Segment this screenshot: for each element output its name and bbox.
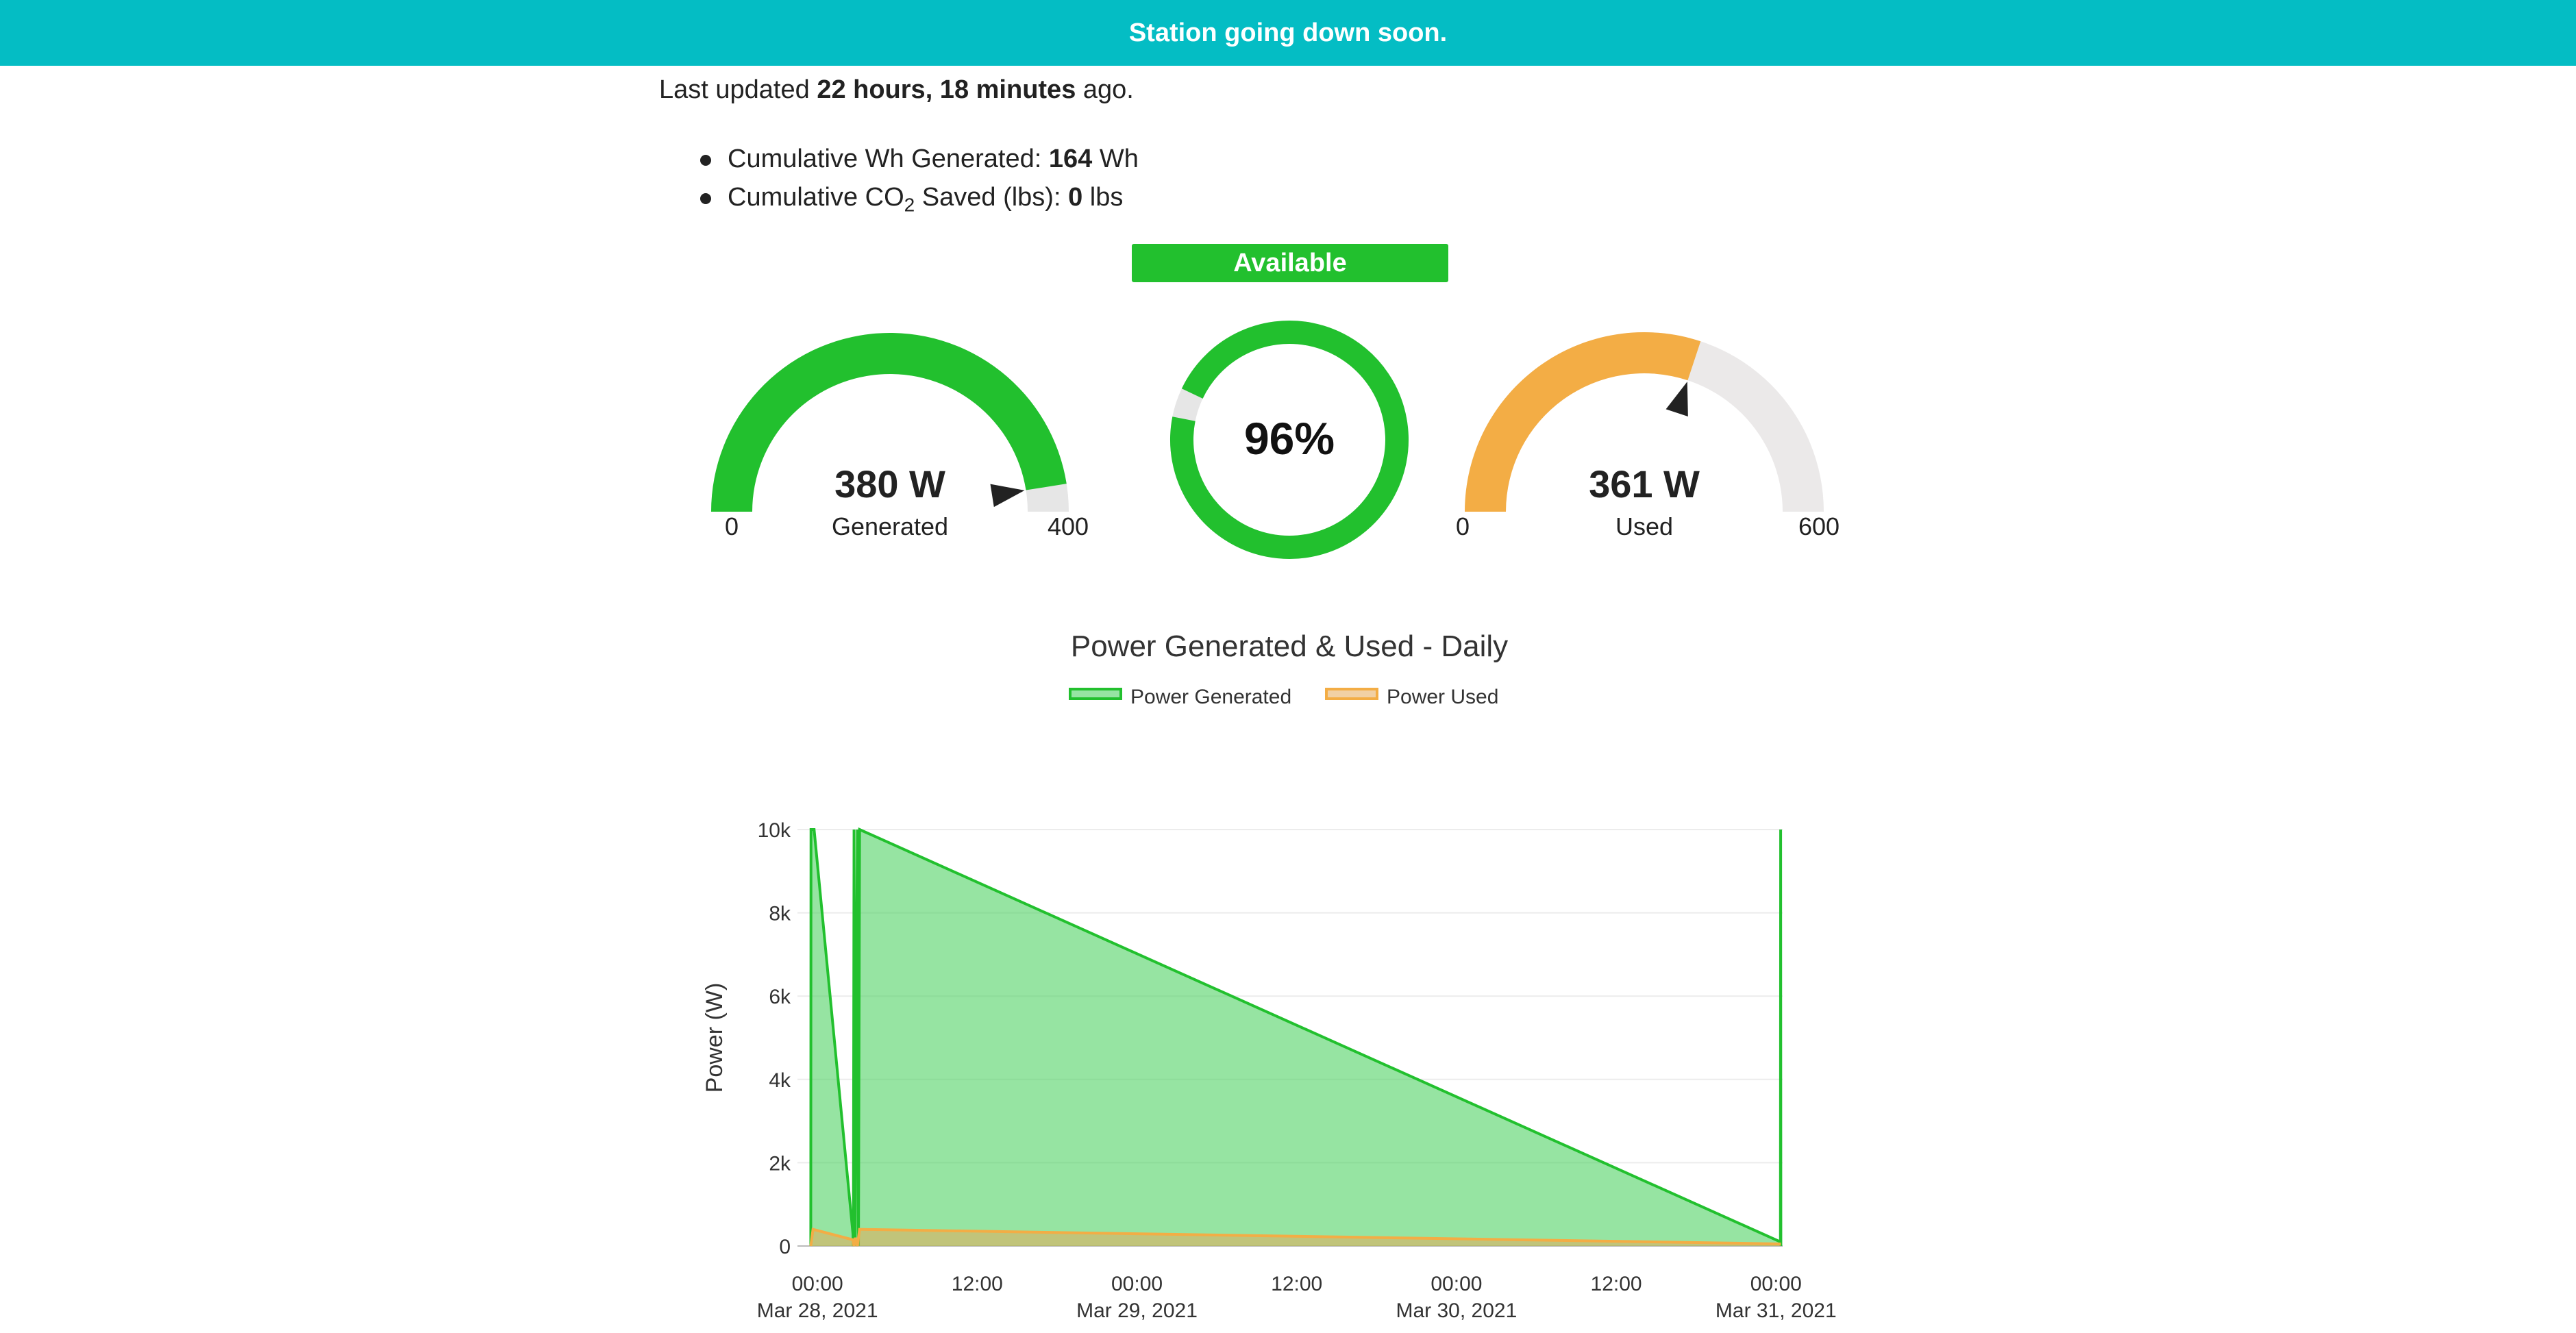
x-axis-ticks: 00:00 Mar 28, 2021 12:00 00:00 Mar 29, 2021 1… [757,1273,1837,1322]
legend-swatch-used [1325,688,1378,700]
y-tick-label: 0 [779,1236,791,1258]
x-tick-label: 00:00 [1431,1273,1482,1295]
used-gauge-needle-icon [1665,382,1688,417]
battery-gauge-value: 96% [1244,413,1335,464]
stats-list: Cumulative Wh Generated: 164 Wh Cumulati… [700,140,1139,216]
last-updated-value: 22 hours, 18 minutes [817,75,1076,104]
chart-legend[interactable]: Power Generated Power Used [1069,686,1498,708]
used-gauge-label: Used [1615,512,1673,540]
power-chart: Power Generated & Used - Daily Power Gen… [702,630,1837,1322]
used-gauge-value: 361 W [1589,462,1700,506]
stat-co2-value: 0 [1068,183,1083,212]
generated-gauge-label: Generated [832,512,948,540]
used-gauge-max: 600 [1798,512,1840,540]
stat-co2-label: Cumulative CO [728,183,904,212]
status-badge: Available [1132,244,1448,282]
series-area-generated [810,830,1781,1246]
y-tick-label: 8k [769,903,791,925]
x-tick-label: 00:00 [1111,1273,1163,1295]
legend-item-power-generated[interactable]: Power Generated [1069,686,1291,708]
x-tick-label: 12:00 [952,1273,1003,1295]
y-tick-label: 6k [769,986,791,1008]
generated-gauge: 380 W Generated 0 400 [711,332,1089,540]
status-banner: Station going down soon. [0,0,2576,66]
last-updated: Last updated 22 hours, 18 minutes ago. [659,75,1134,105]
y-tick-label: 2k [769,1152,791,1175]
y-tick-label: 4k [769,1069,791,1092]
stat-wh-unit: Wh [1092,145,1139,173]
chart-series [809,827,1783,1247]
y-axis-title: Power (W) [702,983,728,1093]
x-tick-label: 12:00 [1591,1273,1642,1295]
battery-gauge: 96% [1170,321,1409,559]
last-updated-prefix: Last updated [659,75,817,104]
x-tick-date-label: Mar 29, 2021 [1076,1299,1198,1322]
x-tick-date-label: Mar 31, 2021 [1716,1299,1837,1322]
y-axis-ticks: 0 2k 4k 6k 8k 10k [758,819,791,1258]
stat-co2-subscript: 2 [904,194,915,216]
y-tick-label: 10k [758,819,791,842]
stat-co2-unit: lbs [1082,183,1124,212]
legend-label-used: Power Used [1387,686,1498,708]
used-gauge: 361 W Used 0 600 [1456,332,1840,540]
stat-wh-label: Cumulative Wh Generated: [728,145,1049,173]
generated-gauge-value: 380 W [834,462,945,506]
x-tick-date-label: Mar 30, 2021 [1396,1299,1518,1322]
legend-item-power-used[interactable]: Power Used [1325,686,1498,708]
legend-swatch-generated [1069,688,1122,700]
banner-text: Station going down soon. [1128,18,1448,47]
generated-gauge-needle-icon [990,484,1025,508]
last-updated-suffix: ago. [1076,75,1134,104]
stat-co2-saved: Cumulative CO2 Saved (lbs): 0 lbs [700,178,1139,216]
generated-gauge-min: 0 [725,512,739,540]
x-tick-label: 12:00 [1271,1273,1322,1295]
x-tick-label: 00:00 [792,1273,843,1295]
stat-co2-label-post: Saved (lbs): [915,183,1069,212]
used-gauge-min: 0 [1456,512,1470,540]
x-tick-label: 00:00 [1750,1273,1802,1295]
x-tick-date-label: Mar 28, 2021 [757,1299,878,1322]
chart-title: Power Generated & Used - Daily [1071,630,1508,663]
legend-label-generated: Power Generated [1130,686,1291,708]
generated-gauge-max: 400 [1048,512,1089,540]
stat-wh-value: 164 [1048,145,1093,173]
stat-wh-generated: Cumulative Wh Generated: 164 Wh [700,140,1139,178]
main-content: Last updated 22 hours, 18 minutes ago. C… [659,66,1916,1322]
